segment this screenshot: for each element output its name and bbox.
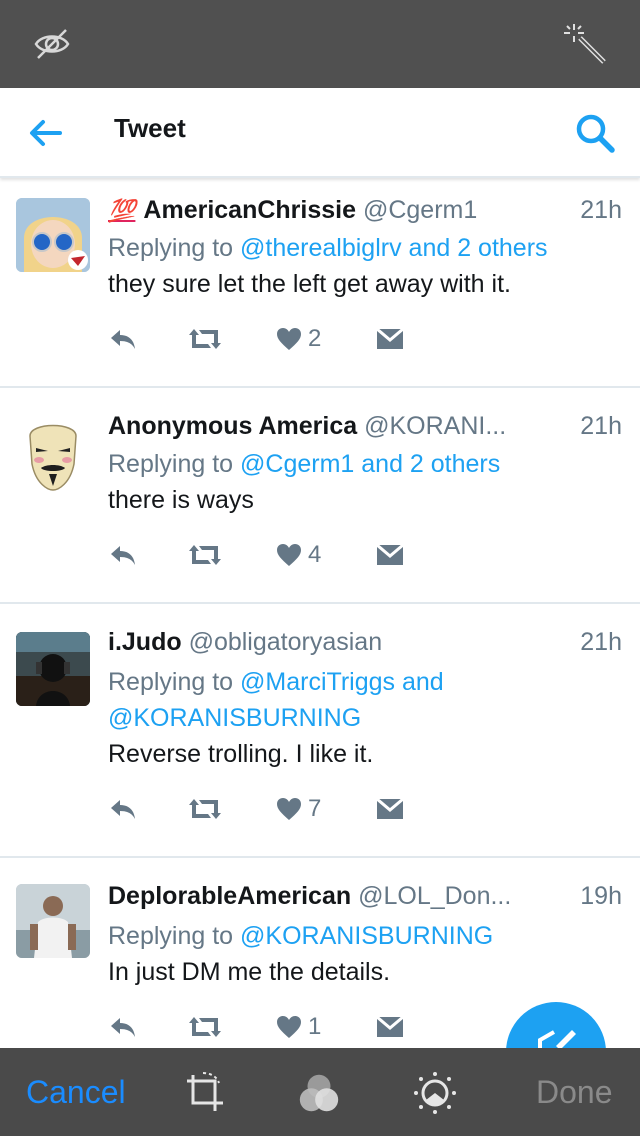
retweet-icon[interactable] [188, 1012, 222, 1042]
reply-icon[interactable] [108, 540, 138, 570]
retweet-icon[interactable] [188, 794, 222, 824]
display-name[interactable]: Anonymous America [108, 412, 357, 440]
heart-icon [277, 544, 301, 566]
reply-icon[interactable] [108, 324, 138, 354]
user-handle: @LOL_Don... [358, 882, 512, 910]
tweet-actions: 4 [108, 540, 428, 570]
display-name[interactable]: DeplorableAmerican [108, 882, 351, 910]
replying-to-prefix: Replying to [108, 668, 241, 696]
tweet-header-line: DeplorableAmerican @LOL_Don... 19h [108, 882, 622, 916]
like-count: 4 [308, 541, 322, 568]
tweet-header: Tweet [0, 88, 640, 178]
replying-to-link[interactable]: @KORANISBURNING [108, 700, 622, 736]
like-count: 1 [308, 1013, 322, 1040]
like-count: 2 [308, 325, 322, 352]
cancel-button[interactable]: Cancel [26, 1074, 126, 1111]
editor-bottom-bar: Cancel Done [0, 1048, 640, 1136]
replying-to-line: Replying to @MarciTriggs and [108, 664, 622, 700]
replying-to-link[interactable]: @therealbiglrv and 2 others [240, 234, 548, 262]
user-handle: @obligatoryasian [188, 628, 383, 656]
tweet-text: they sure let the left get away with it. [108, 270, 511, 298]
tweet-item[interactable]: Anonymous America @KORANI... 21h Replyin… [0, 388, 640, 604]
retweet-icon[interactable] [188, 324, 222, 354]
reply-icon[interactable] [108, 1012, 138, 1042]
back-arrow-icon[interactable] [22, 110, 68, 156]
retweet-icon[interactable] [188, 540, 222, 570]
eye-slash-icon[interactable] [30, 22, 74, 66]
replying-to-line: Replying to @therealbiglrv and 2 others [108, 230, 622, 266]
tweet-text: Reverse trolling. I like it. [108, 740, 374, 768]
tweet-header-line: i.Judo @obligatoryasian 21h [108, 628, 622, 662]
editor-top-bar [0, 0, 640, 88]
search-icon[interactable] [570, 108, 620, 158]
avatar[interactable] [16, 418, 90, 492]
reply-icon[interactable] [108, 794, 138, 824]
like-button[interactable]: 7 [276, 794, 321, 824]
adjust-dial-icon[interactable] [412, 1070, 458, 1116]
like-button[interactable]: 4 [276, 540, 321, 570]
tweet-actions: 7 [108, 794, 428, 824]
timestamp: 21h [580, 628, 622, 656]
tweet-actions: 2 [108, 324, 428, 354]
timestamp: 21h [580, 196, 622, 224]
replying-to-link[interactable]: @KORANISBURNING [240, 922, 493, 950]
replying-to-prefix: Replying to [108, 922, 241, 950]
replying-to-line: Replying to @KORANISBURNING [108, 918, 622, 954]
tweet-header-line: 💯 AmericanChrissie @Cgerm1 21h [108, 196, 622, 230]
filters-icon[interactable] [296, 1070, 342, 1116]
hundred-points-badge: 💯 [108, 198, 136, 223]
heart-icon [277, 328, 301, 350]
crop-rotate-icon[interactable] [182, 1070, 228, 1116]
replying-to-link[interactable]: @MarciTriggs and [240, 668, 444, 696]
replying-to-link[interactable]: @Cgerm1 and 2 others [240, 450, 500, 478]
direct-message-icon[interactable] [376, 794, 404, 824]
user-handle: @Cgerm1 [362, 196, 478, 224]
page-title: Tweet [114, 113, 186, 143]
heart-icon [277, 1016, 301, 1038]
replying-to-line: Replying to @Cgerm1 and 2 others [108, 446, 622, 482]
replying-to-prefix: Replying to [108, 450, 241, 478]
direct-message-icon[interactable] [376, 324, 404, 354]
timestamp: 21h [580, 412, 622, 440]
tweet-item[interactable]: i.Judo @obligatoryasian 21h Replying to … [0, 604, 640, 858]
tweet-text: In just DM me the details. [108, 958, 391, 986]
like-button[interactable]: 2 [276, 324, 321, 354]
avatar[interactable] [16, 632, 90, 706]
replying-to-prefix: Replying to [108, 234, 241, 262]
like-button[interactable]: 1 [276, 1012, 321, 1042]
tweet-item[interactable]: 💯 AmericanChrissie @Cgerm1 21h Replying t… [0, 180, 640, 388]
reply-timeline: 💯 AmericanChrissie @Cgerm1 21h Replying t… [0, 180, 640, 1048]
direct-message-icon[interactable] [376, 1012, 404, 1042]
timestamp: 19h [580, 882, 622, 910]
tweet-text: there is ways [108, 486, 254, 514]
user-handle: @KORANI... [364, 412, 507, 440]
direct-message-icon[interactable] [376, 540, 404, 570]
tweet-header-line: Anonymous America @KORANI... 21h [108, 412, 622, 446]
avatar[interactable] [16, 884, 90, 958]
display-name[interactable]: AmericanChrissie [143, 196, 356, 224]
done-button[interactable]: Done [536, 1074, 613, 1111]
magic-wand-icon[interactable] [564, 22, 608, 66]
tweet-actions: 1 [108, 1012, 428, 1042]
avatar[interactable] [16, 198, 90, 272]
heart-icon [277, 798, 301, 820]
like-count: 7 [308, 795, 322, 822]
display-name[interactable]: i.Judo [108, 628, 182, 656]
